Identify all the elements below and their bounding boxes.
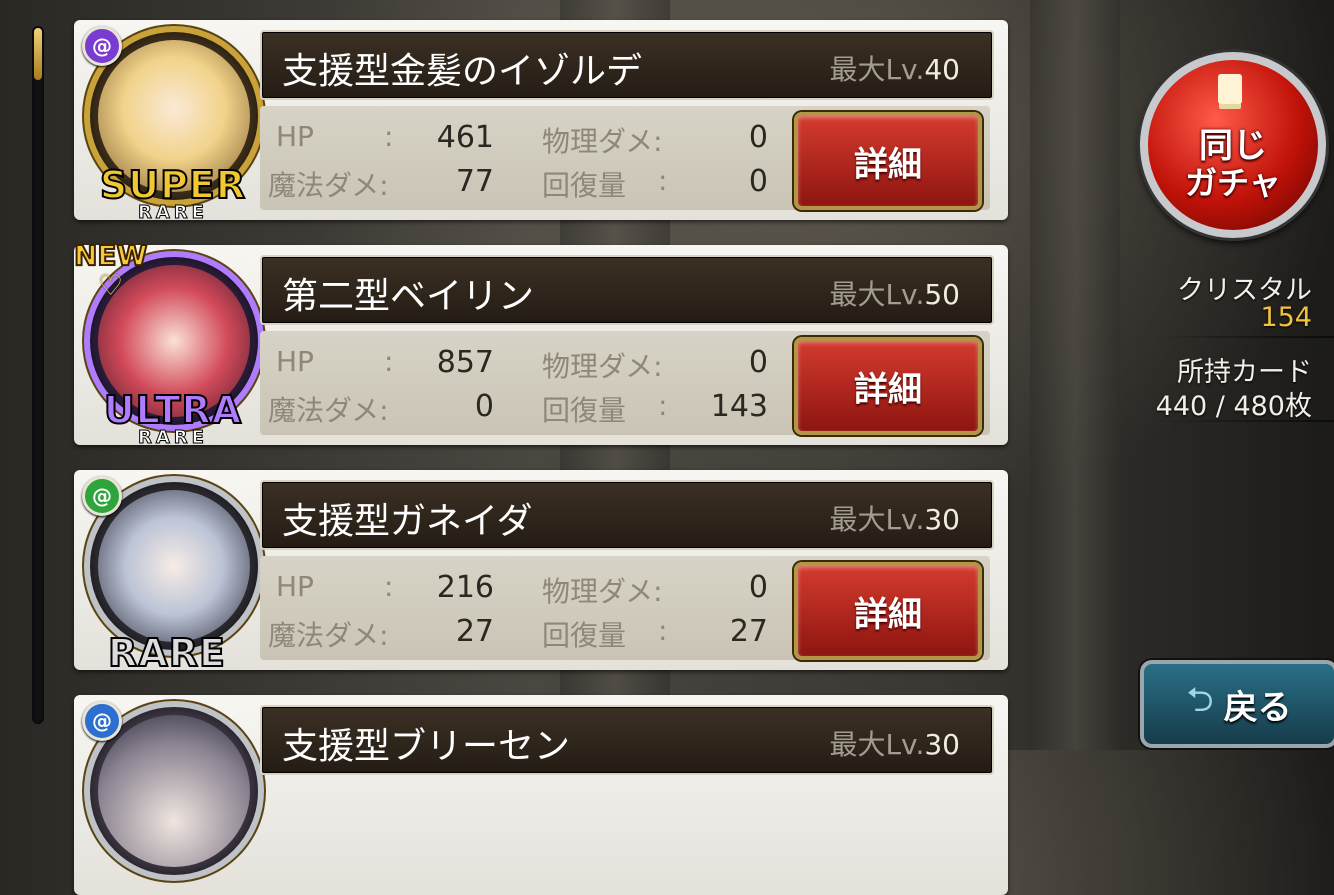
rarity-badge: SUPER RARE xyxy=(78,163,268,222)
rarity-badge: ULTRA RARE xyxy=(78,388,268,447)
card-name: 支援型金髪のイゾルデ xyxy=(282,51,643,92)
phys-value: 0 xyxy=(748,345,768,380)
heart-icon: ♡ xyxy=(98,269,124,302)
hp-label: HP xyxy=(276,570,314,603)
rarity-badge: RARE xyxy=(72,631,262,675)
name-bar: 支援型ガネイダ 最大Lv.30 xyxy=(260,480,994,550)
owned-cards-value: 440 / 480枚 xyxy=(1155,391,1312,422)
character-face xyxy=(98,715,250,867)
max-level: 最大Lv.30 xyxy=(829,723,960,763)
level-value: 30 xyxy=(924,728,960,761)
character-face xyxy=(98,490,250,642)
card-row[interactable]: NEW ♡ ULTRA RARE 第二型ベイリン 最大Lv.50 HP : 85… xyxy=(73,238,1008,447)
level-value: 30 xyxy=(924,503,960,536)
magic-label: 魔法ダメ: xyxy=(268,169,389,202)
hp-value: 461 xyxy=(436,120,494,155)
max-level: 最大Lv.40 xyxy=(829,48,960,88)
magic-value: 27 xyxy=(455,614,494,649)
blue-swirl-icon: @ xyxy=(82,701,122,741)
level-prefix: 最大Lv. xyxy=(829,728,925,761)
name-bar: 支援型金髪のイゾルデ 最大Lv.40 xyxy=(260,30,994,100)
return-arrow-icon: ⮌ xyxy=(1186,679,1214,720)
hp-value: 216 xyxy=(436,570,494,605)
heal-label: 回復量 xyxy=(542,394,627,427)
max-level: 最大Lv.50 xyxy=(829,273,960,313)
card-row[interactable]: @ RARE 支援型ガネイダ 最大Lv.30 HP : 216 物理ダメ: 0 … xyxy=(72,470,1008,675)
purple-swirl-icon: @ xyxy=(82,26,122,66)
hp-label: HP xyxy=(276,120,314,153)
magic-label: 魔法ダメ: xyxy=(268,394,389,427)
gacha-ticket-icon xyxy=(1218,74,1242,104)
card-row[interactable]: @ 支援型ブリーセン 最大Lv.30 xyxy=(74,695,1008,895)
name-bar: 支援型ブリーセン 最大Lv.30 xyxy=(260,705,994,775)
heal-label: 回復量 xyxy=(542,169,627,202)
hp-value: 857 xyxy=(436,345,494,380)
rarity-label: SUPER xyxy=(99,163,247,207)
hp-label: HP xyxy=(276,345,314,378)
phys-value: 0 xyxy=(748,570,768,605)
card-name: 支援型ブリーセン xyxy=(282,726,571,767)
magic-value: 77 xyxy=(455,164,494,199)
back-label: 戻る xyxy=(1223,687,1292,728)
phys-value: 0 xyxy=(748,120,768,155)
heal-label: 回復量 xyxy=(542,619,627,652)
level-prefix: 最大Lv. xyxy=(829,503,925,536)
magic-value: 0 xyxy=(474,389,494,424)
max-level: 最大Lv.30 xyxy=(829,498,960,538)
crystal-value: 154 xyxy=(1260,302,1312,333)
back-button[interactable]: ⮌ 戻る xyxy=(1140,660,1334,748)
same-gacha-button[interactable]: 同じ ガチャ xyxy=(1140,52,1326,238)
level-prefix: 最大Lv. xyxy=(829,53,925,86)
background-column xyxy=(1030,0,1120,750)
name-bar: 第二型ベイリン 最大Lv.50 xyxy=(260,255,994,325)
rarity-label: ULTRA xyxy=(103,388,243,432)
gacha-label-line2: ガチャ xyxy=(1185,164,1281,202)
card-name: 支援型ガネイダ xyxy=(282,501,533,542)
green-swirl-icon: @ xyxy=(82,476,122,516)
card-name: 第二型ベイリン xyxy=(282,276,535,317)
divider xyxy=(1160,420,1334,422)
rarity-label: RARE xyxy=(107,631,226,675)
phys-label: 物理ダメ: xyxy=(542,350,663,383)
detail-button[interactable]: 詳細 xyxy=(794,112,982,210)
heal-value: 143 xyxy=(710,389,768,424)
heal-value: 0 xyxy=(748,164,768,199)
card-row[interactable]: @ SUPER RARE 支援型金髪のイゾルデ 最大Lv.40 HP : 461… xyxy=(74,20,1008,222)
phys-label: 物理ダメ: xyxy=(542,125,663,158)
level-value: 50 xyxy=(924,278,960,311)
detail-button[interactable]: 詳細 xyxy=(794,337,982,435)
level-prefix: 最大Lv. xyxy=(829,278,925,311)
scrollbar-thumb[interactable] xyxy=(34,28,42,80)
heal-value: 27 xyxy=(729,614,768,649)
new-badge: NEW xyxy=(73,238,148,273)
magic-label: 魔法ダメ: xyxy=(268,619,389,652)
divider xyxy=(1160,336,1334,338)
phys-label: 物理ダメ: xyxy=(542,575,663,608)
scrollbar-track[interactable] xyxy=(32,26,44,724)
detail-button[interactable]: 詳細 xyxy=(794,562,982,660)
level-value: 40 xyxy=(924,53,960,86)
